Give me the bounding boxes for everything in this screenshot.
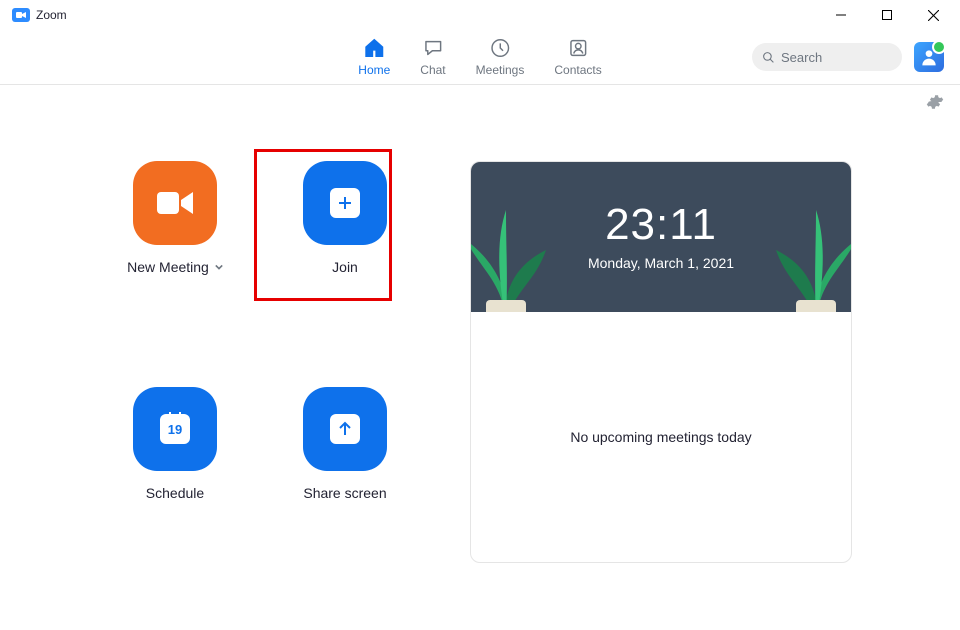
clock-time: 23:11 — [605, 203, 717, 247]
info-panel: 23:11 Monday, March 1, 2021 No upcoming … — [470, 161, 852, 563]
window-title: Zoom — [36, 8, 67, 22]
avatar-icon — [919, 47, 939, 67]
share-screen-button[interactable]: Share screen — [280, 387, 410, 563]
arrow-up-icon — [303, 387, 387, 471]
new-meeting-button[interactable]: New Meeting — [110, 161, 240, 337]
tab-home[interactable]: Home — [358, 37, 390, 77]
home-icon — [363, 37, 385, 59]
join-button[interactable]: Join — [280, 161, 410, 337]
action-label: New Meeting — [127, 259, 209, 275]
tab-label: Chat — [420, 63, 445, 77]
clock-date: Monday, March 1, 2021 — [588, 255, 734, 271]
tab-contacts[interactable]: Contacts — [554, 37, 601, 77]
tab-label: Meetings — [476, 63, 525, 77]
top-bar: Home Chat Meetings Contacts Search — [0, 30, 960, 85]
search-placeholder: Search — [781, 50, 822, 65]
maximize-button[interactable] — [864, 0, 910, 30]
panel-body: No upcoming meetings today — [471, 312, 851, 562]
settings-row — [0, 85, 960, 121]
action-label: Schedule — [146, 485, 204, 501]
calendar-day: 19 — [168, 422, 182, 437]
title-bar: Zoom — [0, 0, 960, 30]
chat-icon — [422, 37, 444, 59]
search-icon — [762, 51, 775, 64]
avatar[interactable] — [914, 42, 944, 72]
close-button[interactable] — [910, 0, 956, 30]
action-label: Join — [332, 259, 358, 275]
clock-icon — [489, 37, 511, 59]
empty-state-text: No upcoming meetings today — [570, 429, 751, 445]
schedule-button[interactable]: 19 Schedule — [110, 387, 240, 563]
main: New Meeting Join 19 Schedule — [0, 121, 960, 563]
chevron-down-icon[interactable] — [215, 263, 223, 271]
tab-label: Contacts — [554, 63, 601, 77]
gear-icon[interactable] — [926, 93, 944, 114]
tab-chat[interactable]: Chat — [420, 37, 445, 77]
action-grid: New Meeting Join 19 Schedule — [110, 161, 410, 563]
search-input[interactable]: Search — [752, 43, 902, 71]
top-bar-right: Search — [752, 42, 960, 72]
calendar-icon: 19 — [133, 387, 217, 471]
minimize-button[interactable] — [818, 0, 864, 30]
plant-decoration-left — [471, 180, 561, 312]
plus-icon — [303, 161, 387, 245]
panel-header: 23:11 Monday, March 1, 2021 — [471, 162, 851, 312]
zoom-logo-icon — [12, 8, 30, 22]
plant-decoration-right — [761, 180, 851, 312]
nav-tabs: Home Chat Meetings Contacts — [358, 37, 601, 77]
tab-meetings[interactable]: Meetings — [476, 37, 525, 77]
window-controls — [818, 0, 956, 30]
tab-label: Home — [358, 63, 390, 77]
video-icon — [133, 161, 217, 245]
action-label: Share screen — [303, 485, 386, 501]
contacts-icon — [567, 37, 589, 59]
